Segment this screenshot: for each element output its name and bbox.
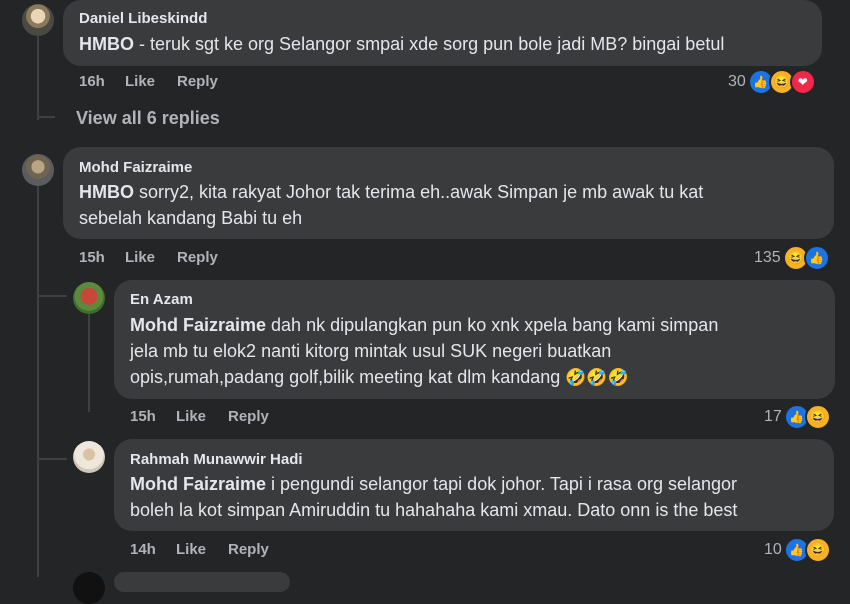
reaction-count: 10 xyxy=(764,541,782,558)
mention-tag[interactable]: Mohd Faizraime xyxy=(130,315,266,335)
comment-body: sorry2, kita rakyat Johor tak terima eh.… xyxy=(134,182,704,202)
avatar[interactable] xyxy=(22,154,54,186)
thread-branch-2 xyxy=(37,458,67,460)
view-replies-link[interactable]: View all 6 replies xyxy=(76,108,220,129)
thread-line-top xyxy=(37,36,39,120)
comment-time[interactable]: 15h xyxy=(79,249,105,266)
reply-actions: 14h Like Reply xyxy=(130,541,330,561)
comment-actions: 15h Like Reply xyxy=(79,249,279,269)
reply-button[interactable]: Reply xyxy=(177,73,218,90)
mention-tag[interactable]: HMBO xyxy=(79,182,134,202)
reaction-summary[interactable]: 30 👍 😆 ❤ xyxy=(728,69,816,95)
mention-tag[interactable]: Mohd Faizraime xyxy=(130,474,266,494)
haha-icon: 😆 xyxy=(804,537,831,563)
comment-time[interactable]: 16h xyxy=(79,73,105,90)
avatar[interactable] xyxy=(73,441,105,473)
reply-button[interactable]: Reply xyxy=(228,408,269,425)
reply-body: dah nk dipulangkan pun ko xnk xpela bang… xyxy=(266,315,719,335)
reply-text: Mohd Faizraime i pengundi selangor tapi … xyxy=(130,471,737,523)
reply-author[interactable]: Rahmah Munawwir Hadi xyxy=(130,451,303,468)
thread-branch-1 xyxy=(37,295,67,297)
reply-time[interactable]: 15h xyxy=(130,408,156,425)
love-icon: ❤ xyxy=(789,69,816,95)
like-button[interactable]: Like xyxy=(176,408,206,425)
mention-tag[interactable]: HMBO xyxy=(79,34,134,54)
haha-icon: 😆 xyxy=(804,404,831,430)
rofl-emoji: 🤣🤣🤣 xyxy=(565,368,629,387)
reply-actions: 15h Like Reply xyxy=(130,408,330,428)
reply-bubble xyxy=(114,572,290,592)
comment-author[interactable]: Mohd Faizraime xyxy=(79,159,192,176)
thread-line-top-curve xyxy=(37,116,55,118)
reply-button[interactable]: Reply xyxy=(177,249,218,266)
like-button[interactable]: Like xyxy=(125,73,155,90)
reaction-summary[interactable]: 10 👍 😆 xyxy=(764,537,831,563)
reaction-count: 135 xyxy=(754,249,781,266)
like-button[interactable]: Like xyxy=(176,541,206,558)
reply-button[interactable]: Reply xyxy=(228,541,269,558)
thread-line-main xyxy=(37,185,39,577)
reply-body: i pengundi selangor tapi dok johor. Tapi… xyxy=(266,474,738,494)
reply-text: Mohd Faizraime dah nk dipulangkan pun ko… xyxy=(130,312,718,391)
reaction-summary[interactable]: 17 👍 😆 xyxy=(764,404,831,430)
reaction-count: 17 xyxy=(764,408,782,425)
comment-body: sebelah kandang Babi tu eh xyxy=(79,208,303,228)
reply-author[interactable]: En Azam xyxy=(130,291,193,308)
reaction-count: 30 xyxy=(728,73,746,90)
avatar[interactable] xyxy=(22,4,54,36)
comment-text: HMBO - teruk sgt ke org Selangor smpai x… xyxy=(79,31,724,57)
like-button[interactable]: Like xyxy=(125,249,155,266)
comment-actions: 16h Like Reply xyxy=(79,73,279,93)
comment-text: HMBO sorry2, kita rakyat Johor tak terim… xyxy=(79,179,703,231)
reply-time[interactable]: 14h xyxy=(130,541,156,558)
reply-body: opis,rumah,padang golf,bilik meeting kat… xyxy=(130,367,566,387)
thread-line-reply1 xyxy=(88,312,90,412)
reply-body: jela mb tu elok2 nanti kitorg mintak usu… xyxy=(130,341,612,361)
comment-author[interactable]: Daniel Libeskindd xyxy=(79,10,207,27)
avatar[interactable] xyxy=(73,282,105,314)
comment-body: - teruk sgt ke org Selangor smpai xde so… xyxy=(134,34,725,54)
like-icon: 👍 xyxy=(803,245,830,271)
reaction-summary[interactable]: 135 😆 👍 xyxy=(754,245,830,271)
reply-body: boleh la kot simpan Amiruddin tu hahahah… xyxy=(130,500,738,520)
